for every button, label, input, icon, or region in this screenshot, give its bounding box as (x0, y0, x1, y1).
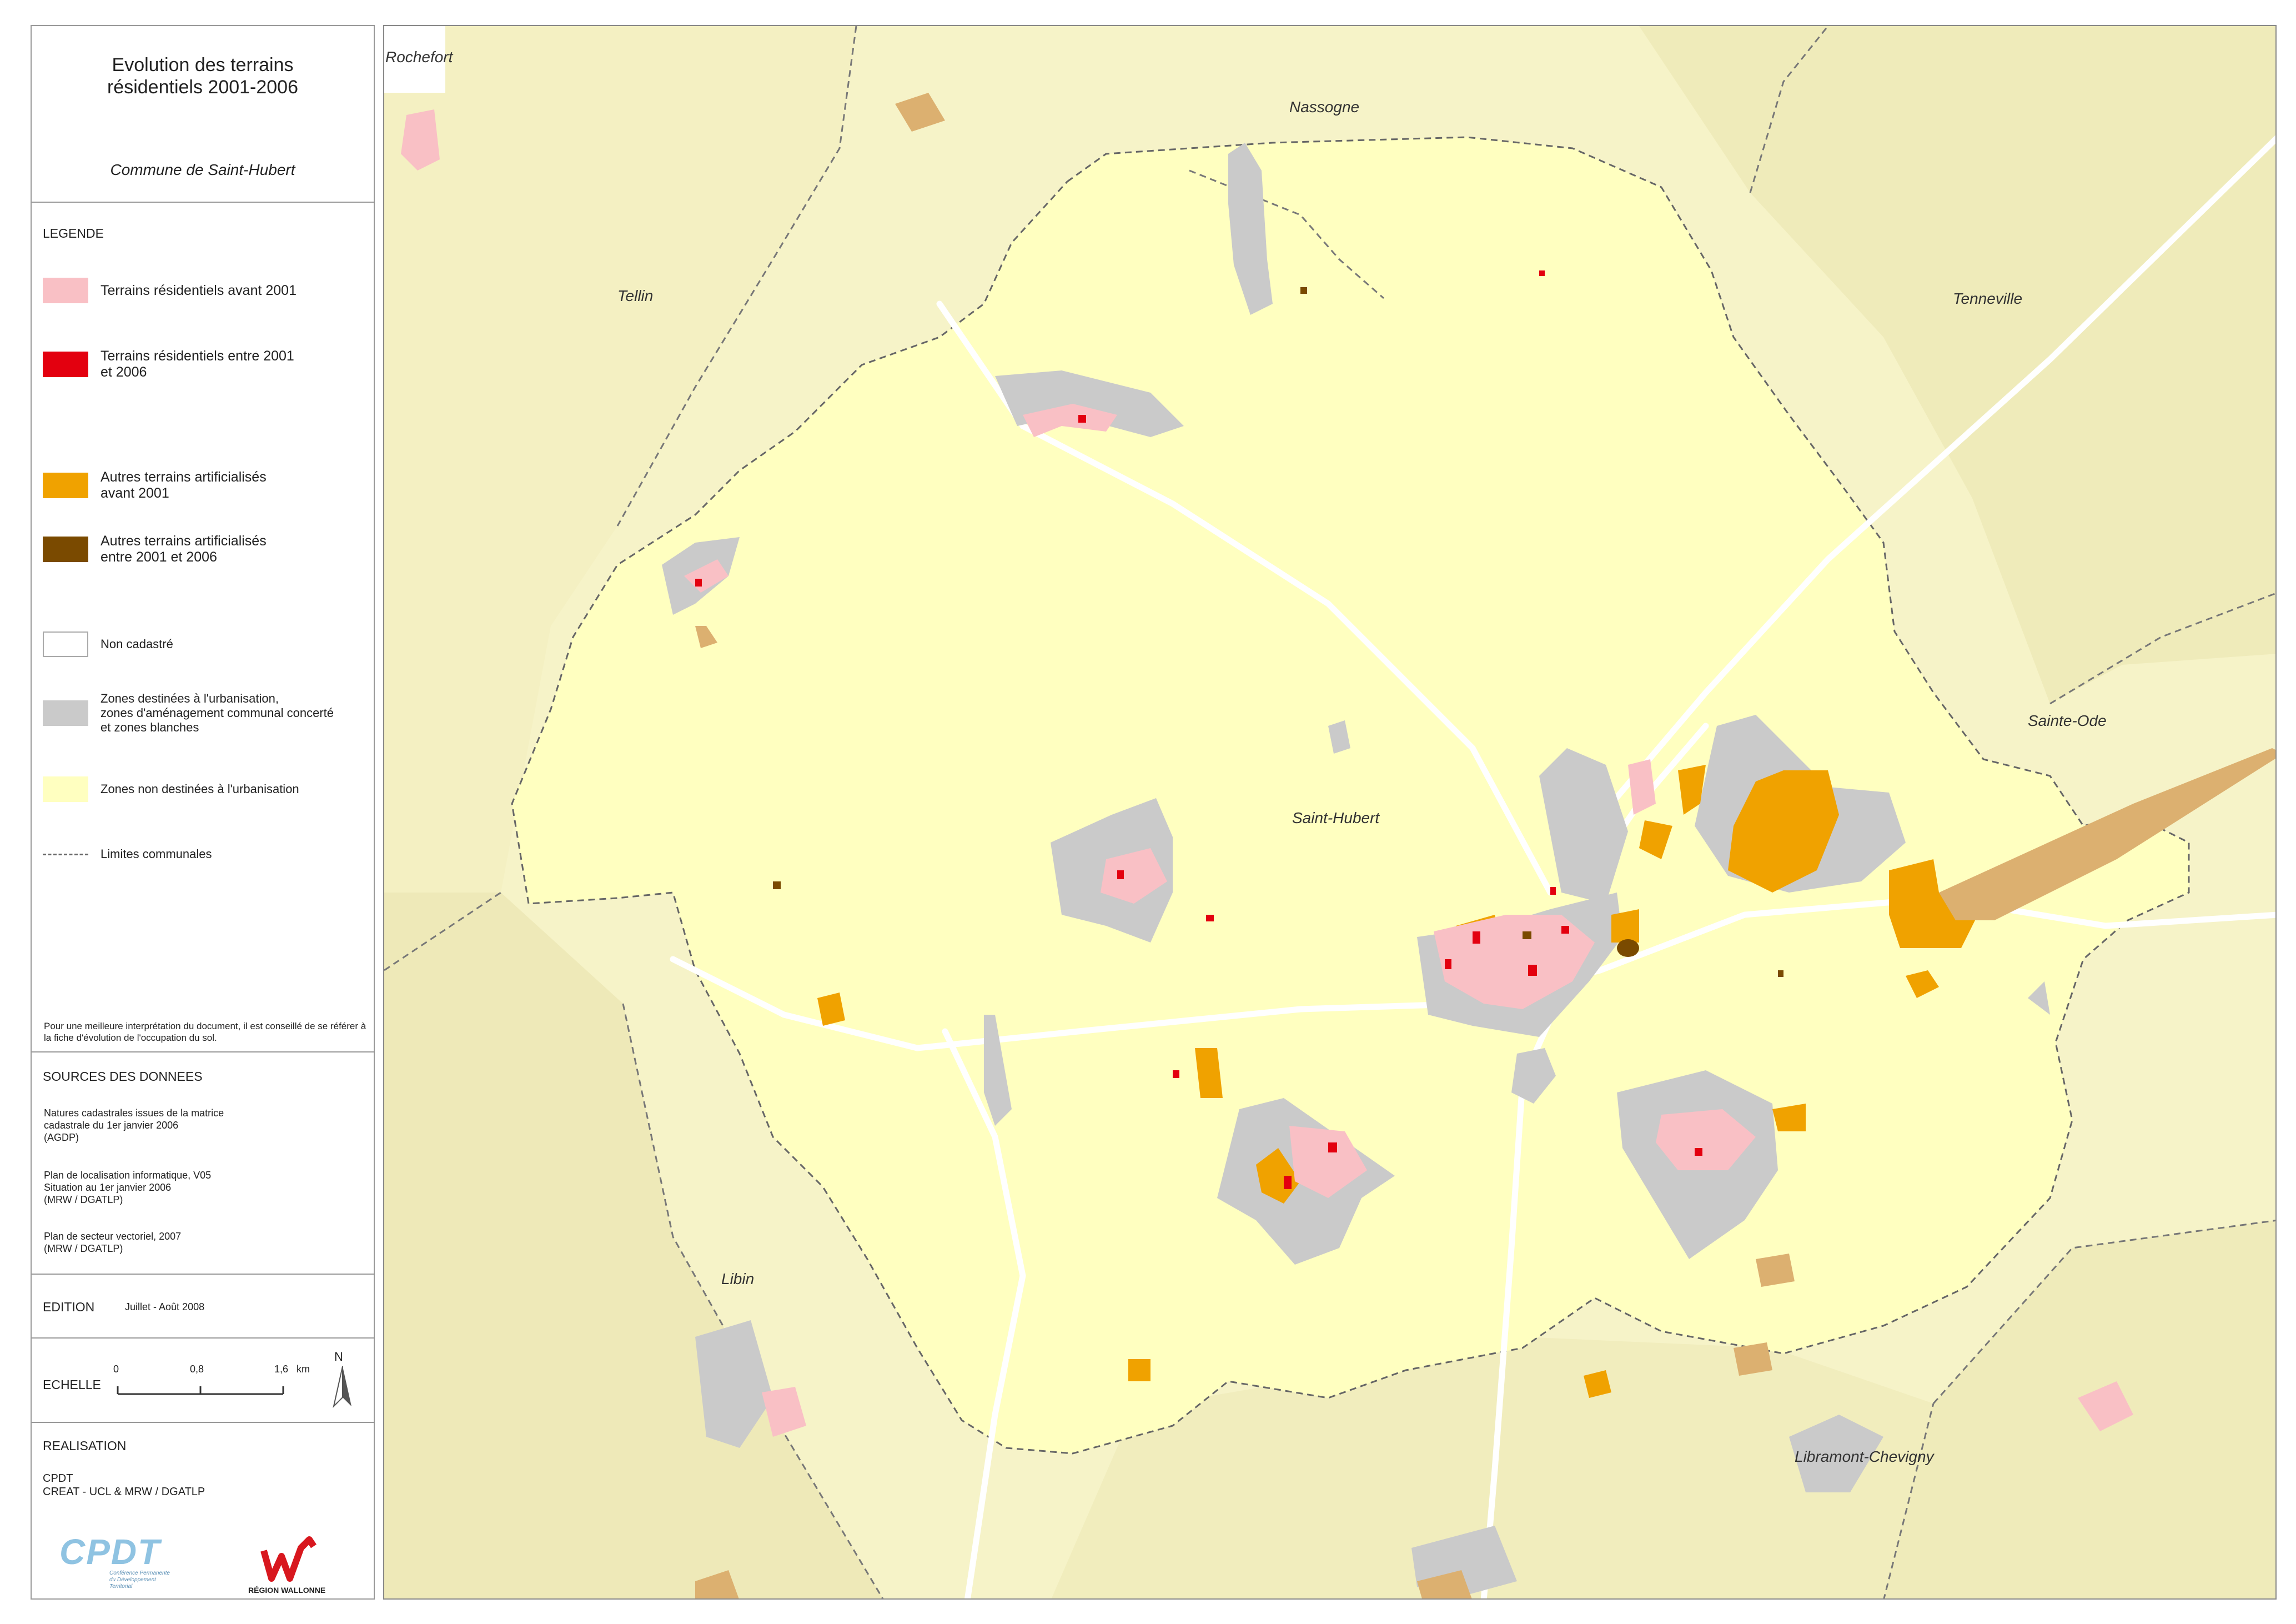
legend-item-boundaries: Limites communales (43, 847, 212, 861)
legend-item-non-cadastre: Non cadastré (43, 631, 173, 657)
scale-bar (117, 1386, 284, 1395)
legend-label: Terrains résidentiels entre 2001 et 2006 (101, 348, 294, 380)
legend-item-resid-new: Terrains résidentiels entre 2001 et 2006 (43, 348, 294, 380)
edition-section: EDITION Juillet - Août 2008 (32, 1275, 374, 1339)
north-arrow-icon (333, 1366, 351, 1409)
cpdt-logo-text: CPDT (59, 1532, 161, 1572)
legend-swatch (43, 352, 88, 377)
source-plan-secteur: Plan de secteur vectoriel, 2007 (MRW / D… (44, 1231, 182, 1254)
map-title: Evolution des terrains résidentiels 2001… (107, 54, 299, 98)
cpdt-logo-subtitle: Conférence Permanente du Développement T… (109, 1570, 170, 1590)
realisation-section: REALISATION CPDT CREAT - UCL & MRW / DGA… (32, 1423, 374, 1601)
place-libramont-chevigny: Libramont-Chevigny (1795, 1448, 1934, 1465)
legend-panel: Evolution des terrains résidentiels 2001… (31, 25, 375, 1600)
legend-label: Zones non destinées à l'urbanisation (101, 782, 299, 796)
legend-heading: LEGENDE (43, 226, 104, 240)
place-nassogne: Nassogne (1289, 98, 1360, 116)
legend-swatch (43, 631, 88, 657)
legend-swatch (43, 776, 88, 802)
place-rochefort: Rochefort (385, 48, 453, 66)
legend-label: Zones destinées à l'urbanisation, zones … (101, 691, 334, 734)
sources-heading: SOURCES DES DONNEES (43, 1069, 203, 1084)
legend-label: Autres terrains artificialisés avant 200… (101, 469, 267, 501)
cpdt-logo: CPDT Conférence Permanente du Développem… (59, 1531, 193, 1598)
legend-label: Limites communales (101, 847, 212, 861)
place-tellin: Tellin (617, 287, 654, 304)
place-saint-hubert: Saint-Hubert (1292, 809, 1380, 826)
commune-name: Commune de Saint-Hubert (110, 161, 295, 178)
scale-section: ECHELLE 0 0,8 1,6 km N (32, 1339, 374, 1423)
legend-swatch (43, 537, 88, 562)
realisation-heading: REALISATION (43, 1438, 127, 1453)
legend-label: Terrains résidentiels avant 2001 (101, 282, 297, 298)
legend-label: Non cadastré (101, 637, 173, 651)
legend-item-artif-old: Autres terrains artificialisés avant 200… (43, 469, 267, 502)
title-section: Evolution des terrains résidentiels 2001… (32, 26, 374, 203)
place-sainte-ode: Sainte-Ode (2028, 712, 2107, 729)
place-tenneville: Tenneville (1953, 290, 2023, 307)
legend-swatch (43, 278, 88, 303)
sources-section: SOURCES DES DONNEES Natures cadastrales … (32, 1052, 374, 1275)
place-libin: Libin (721, 1270, 755, 1287)
region-wallonne-logo: RÉGION WALLONNE (248, 1534, 331, 1598)
rooster-w-icon (260, 1536, 316, 1582)
legend-item-resid-old: Terrains résidentiels avant 2001 (43, 278, 297, 303)
source-plan-localisation: Plan de localisation informatique, V05 S… (44, 1170, 212, 1205)
map-frame[interactable]: Rochefort Nassogne Tellin Tenneville Sai… (383, 25, 2277, 1600)
legend-item-urban-zones: Zones destinées à l'urbanisation, zones … (43, 691, 334, 735)
north-letter: N (334, 1350, 343, 1364)
legend-item-artif-new: Autres terrains artificialisés entre 200… (43, 533, 267, 565)
edition-date: Juillet - Août 2008 (125, 1301, 205, 1312)
realisation-credits: CPDT CREAT - UCL & MRW / DGATLP (43, 1472, 205, 1498)
legend-swatch (43, 473, 88, 498)
legend-swatch (43, 700, 88, 726)
edition-label: EDITION (43, 1300, 95, 1314)
region-logo-text: RÉGION WALLONNE (248, 1586, 326, 1595)
legend-label: Autres terrains artificialisés entre 200… (101, 533, 267, 565)
legend-section: LEGENDE Terrains résidentiels avant 2001… (32, 203, 374, 1052)
interpretation-note: Pour une meilleure interprétation du doc… (44, 1021, 366, 1043)
source-cadastre: Natures cadastrales issues de la matrice… (44, 1107, 224, 1143)
legend-dash-line (43, 853, 88, 855)
legend-item-non-urban-zones: Zones non destinées à l'urbanisation (43, 776, 299, 802)
